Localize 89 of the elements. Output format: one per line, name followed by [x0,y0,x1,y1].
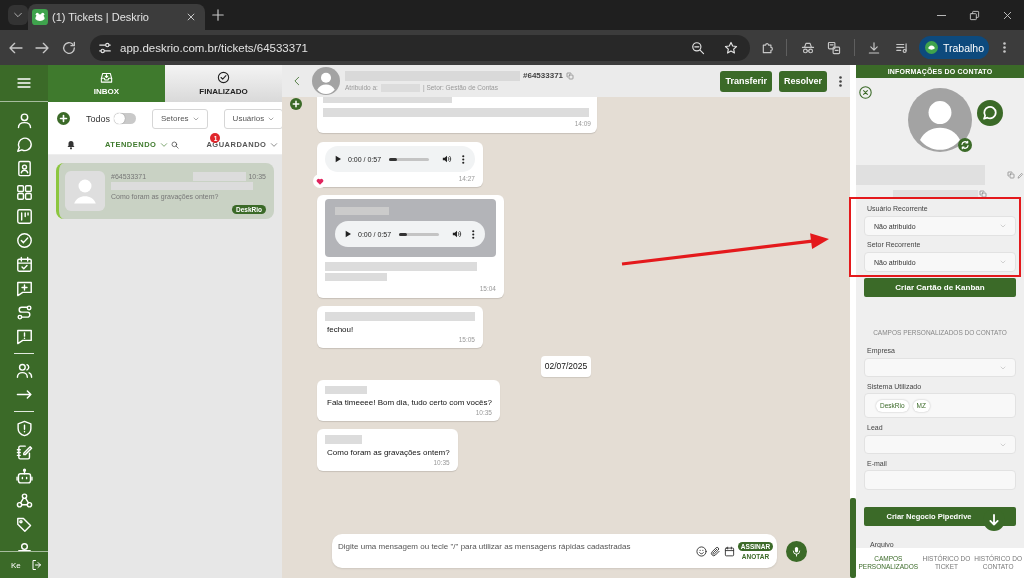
puzzle-icon[interactable] [761,40,775,55]
close-icon[interactable] [1002,9,1013,21]
webhook-icon[interactable] [15,491,33,509]
user-avatar-icon [65,171,105,211]
calendar-check-icon[interactable] [15,255,33,273]
message-text: Como foram as gravações ontem? [327,447,450,458]
new-tab-icon[interactable] [211,8,225,22]
audio-progress-track[interactable] [399,232,439,236]
address-bar[interactable]: app.deskrio.com.br/tickets/64533371 [90,34,750,61]
hat-glasses-icon[interactable] [801,40,815,55]
site-settings-icon[interactable] [98,40,112,55]
message-plus-icon[interactable] [15,279,33,297]
contact-book-icon[interactable] [15,159,33,177]
toggle-label: Todos [86,113,111,124]
more-icon[interactable] [1003,42,1006,53]
star-icon[interactable] [724,40,738,55]
play-icon[interactable] [334,155,342,163]
redacted-text [335,207,389,215]
people-icon[interactable] [15,361,33,379]
inbox-icon[interactable] [100,71,113,84]
redacted-text [325,273,387,281]
close-icon[interactable] [859,86,872,99]
paperclip-icon[interactable] [710,545,721,557]
user-icon[interactable] [15,111,33,129]
add-icon[interactable] [290,98,302,110]
date-separator: 02/07/2025 [540,356,592,377]
microphone-icon[interactable] [791,546,802,557]
select-field[interactable] [864,358,1016,377]
more-icon[interactable] [472,229,475,239]
toggle-switch[interactable] [114,113,137,124]
add-icon[interactable] [57,112,70,125]
notebook-pen-icon[interactable] [15,443,33,461]
more-icon[interactable] [462,154,465,164]
redacted-text [325,435,362,444]
user-avatar-icon [312,67,340,95]
chat-bubble-icon[interactable] [977,100,1003,126]
back-icon[interactable] [292,76,302,86]
tab-search-button[interactable] [8,5,28,25]
restore-icon[interactable] [969,9,980,21]
reload-icon[interactable] [61,39,77,56]
redacted-text [325,386,367,394]
media-queue-icon[interactable] [895,40,909,55]
chat-bubble-icon[interactable] [15,135,33,153]
robot-icon[interactable] [15,467,33,485]
user-icon[interactable] [15,542,33,551]
ticket-tab[interactable]: FINALIZADO [165,65,282,102]
logout-icon[interactable] [30,559,43,571]
search-icon[interactable] [171,140,180,149]
filter-dropdown[interactable]: Setores [152,108,208,129]
board-icon[interactable] [15,207,33,225]
user-avatar-icon [908,88,972,152]
more-icon[interactable] [839,75,842,87]
route-icon[interactable] [15,303,33,321]
chevron-down-icon[interactable] [13,10,23,20]
message-text: fechou! [327,324,354,335]
audio-progress-thumb[interactable] [389,157,397,161]
download-icon[interactable] [867,40,881,55]
profile-avatar-icon [925,41,938,54]
browser-tab[interactable]: (1) Tickets | Deskrio [28,4,205,30]
shield-alert-icon[interactable] [15,419,33,437]
calendar-icon[interactable] [724,545,735,557]
ticket-number: #64533371 [523,71,564,80]
emoji-icon[interactable] [696,545,707,557]
menu-icon[interactable] [16,75,32,91]
kanban-button[interactable]: Criar Cartão de Kanban [864,278,1016,297]
translate-icon[interactable] [827,40,841,55]
volume-icon[interactable] [442,154,452,164]
user-initials: Ke [11,560,21,570]
tag-icon[interactable] [15,515,33,533]
audio-progress-thumb[interactable] [399,232,407,236]
action-button[interactable]: Resolver [778,70,827,92]
zoom-out-icon[interactable] [691,40,705,55]
message-text: Fala timeeee! Bom dia, tudo certo com vocês? [327,397,492,408]
scrollbar-thumb[interactable] [850,498,856,578]
microphone-button[interactable] [786,541,807,562]
play-icon[interactable] [344,230,352,238]
copy-icon[interactable] [979,189,987,198]
ticket-tab[interactable]: INBOX [48,65,165,102]
volume-icon[interactable] [452,229,462,239]
logo-icon [32,9,48,25]
message-alert-icon[interactable] [15,327,33,345]
grid-icon[interactable] [15,183,33,201]
action-button[interactable]: Transferir [720,70,772,92]
check-circle-icon[interactable] [217,71,230,84]
bell-icon[interactable] [66,139,76,150]
select-field[interactable] [864,435,1016,454]
audio-progress-track[interactable] [389,157,429,161]
refresh-icon[interactable] [958,138,972,152]
profile-button[interactable]: Trabalho [919,36,989,59]
